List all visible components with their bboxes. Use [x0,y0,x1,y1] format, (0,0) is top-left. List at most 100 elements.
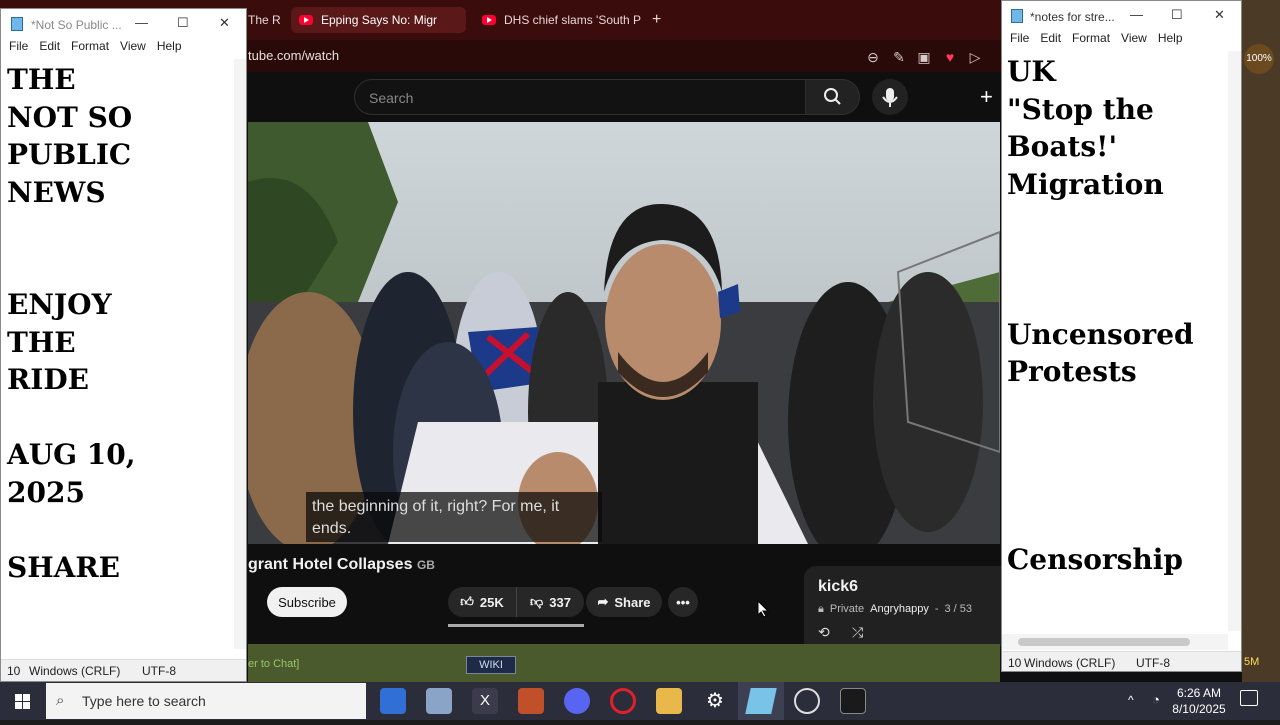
playlist-panel: kick6 🔒︎ Private Angryhappy - 3 / 53 ⟲ ⤮ [804,566,1004,646]
notepad-right-title: *notes for stre... [1030,10,1115,24]
new-tab-button[interactable]: + [652,11,661,29]
maximize-icon[interactable]: ☐ [177,15,189,31]
zoom-out-icon[interactable]: ⊖ [864,48,882,66]
tab-3-label: DHS chief slams 'South P [504,13,642,27]
x-app-icon[interactable]: X [472,688,498,714]
like-ratio-bar [448,624,584,627]
vertical-scrollbar[interactable] [1228,51,1241,631]
menu-file[interactable]: File [1010,31,1029,45]
like-button[interactable]: 👍︎ 25K [448,587,516,617]
line-ending: Windows (CRLF) [29,664,121,678]
minimize-icon[interactable]: — [135,15,148,30]
youtube-icon [482,15,496,25]
notification-icon[interactable] [1240,690,1258,706]
encoding: UTF-8 [142,664,176,678]
search-icon [824,88,841,105]
menu-edit[interactable]: Edit [1040,31,1061,45]
clock-time: 6:26 AM [1176,686,1222,700]
more-actions-button[interactable]: ••• [668,587,698,617]
send-icon[interactable]: ▷ [966,48,984,66]
menu-help[interactable]: Help [157,39,182,53]
cursor-position: 10 [7,664,21,678]
discord-icon[interactable] [564,688,590,714]
taskbar-search-placeholder: Type here to search [82,693,206,709]
obs-icon[interactable] [794,688,820,714]
thumbs-down-icon: 👎︎ [530,594,544,609]
pocket-icon[interactable]: ♥ [941,48,959,66]
clock-date: 8/10/2025 [1172,702,1226,716]
notepad-right-window: *notes for stre... — ☐ ✕ File Edit Format V… [1001,0,1242,672]
windows-icon [15,694,30,709]
notepad-right-titlebar: *notes for stre... — ☐ ✕ [1002,1,1241,31]
line-ending: Windows (CRLF) [1024,656,1116,670]
mic-button[interactable] [872,79,908,115]
taskbar-search[interactable]: ⌕ Type here to search [46,683,366,719]
cursor-position: 10 [1008,656,1022,670]
screenshot-icon[interactable]: ▣ [915,48,933,66]
horizontal-scrollbar[interactable] [1002,634,1228,650]
mouse-cursor [757,599,770,618]
share-button[interactable]: ➦ Share [586,587,662,617]
notepad-left-menubar: File Edit Format View Help [1,39,246,59]
video-title-text: grant Hotel Collapses [248,556,413,573]
game-counter: 5M [1244,656,1260,668]
create-icon[interactable]: + [980,84,993,110]
unity-icon[interactable] [840,688,866,714]
dislike-count: 337 [549,594,571,610]
brave-icon[interactable] [518,688,544,714]
calculator-icon[interactable] [380,688,406,714]
caption-line-2: ends. [312,520,352,537]
share-label: Share [614,594,651,610]
video-player[interactable] [248,122,1000,544]
zoom-badge: 100% [1244,44,1274,74]
menu-edit[interactable]: Edit [39,39,60,53]
tab-2-label: Epping Says No: Migr [321,13,438,27]
playlist-name[interactable]: kick6 [818,578,858,596]
close-icon[interactable]: ✕ [1214,7,1225,23]
url-field[interactable]: tube.com/watch [248,48,339,63]
wiki-button[interactable]: WIKI [466,656,516,674]
close-icon[interactable]: ✕ [219,15,230,31]
notepad-right-text[interactable]: UK "Stop the Boats!' Migration Uncensore… [1007,53,1227,578]
start-button[interactable] [0,682,46,720]
scroll-thumb[interactable] [1018,638,1190,646]
loop-icon[interactable]: ⟲ [818,624,830,641]
tab-3[interactable]: DHS chief slams 'South P [474,7,644,33]
shuffle-icon[interactable]: ⤮ [852,624,863,641]
search-button[interactable] [806,79,860,115]
notepad-left-window: *Not So Public ... — ☐ ✕ File Edit Format V… [0,8,247,682]
video-frame [248,122,1000,544]
file-explorer-icon[interactable] [656,688,682,714]
playlist-privacy: Private [829,603,865,615]
share-icon: ➦ [597,594,609,609]
menu-format[interactable]: Format [71,39,109,53]
playlist-owner[interactable]: Angryhappy [870,603,929,616]
menu-view[interactable]: View [120,39,146,53]
menu-view[interactable]: View [1121,31,1147,45]
screenshot-tool-icon[interactable] [426,688,452,714]
notepad-left-statusbar: 10 Windows (CRLF) UTF-8 [1,659,246,681]
notepad-icon [1011,9,1023,23]
subscribe-button[interactable]: Subscribe [267,587,347,617]
menu-file[interactable]: File [9,39,28,53]
settings-gear-icon[interactable]: ⚙ [702,688,728,714]
dislike-button[interactable]: 👎︎ 337 [516,587,584,617]
notepad-taskbar-active[interactable] [738,682,784,720]
opera-icon[interactable] [610,688,636,714]
menu-help[interactable]: Help [1158,31,1183,45]
chevron-up-icon[interactable]: ^ [1128,693,1134,707]
pin-icon[interactable]: ✎ [890,48,908,66]
vertical-scrollbar[interactable] [234,59,246,649]
notepad-icon [11,17,23,31]
wifi-icon[interactable]: ◔ [1152,692,1160,707]
maximize-icon[interactable]: ☐ [1171,7,1183,23]
encoding: UTF-8 [1136,656,1170,670]
tab-2-active[interactable]: Epping Says No: Migr [291,7,466,33]
menu-format[interactable]: Format [1072,31,1110,45]
minimize-icon[interactable]: — [1130,7,1143,22]
search-input[interactable]: Search [354,79,806,115]
notepad-left-text[interactable]: THE NOT SO PUBLIC NEWS ENJOY THE RIDE AU… [7,61,232,586]
taskbar-clock[interactable]: 6:26 AM 8/10/2025 [1168,685,1230,717]
notepad-right-statusbar: 10 Windows (CRLF) UTF-8 [1002,651,1241,671]
lock-icon: 🔒︎ [818,603,824,615]
